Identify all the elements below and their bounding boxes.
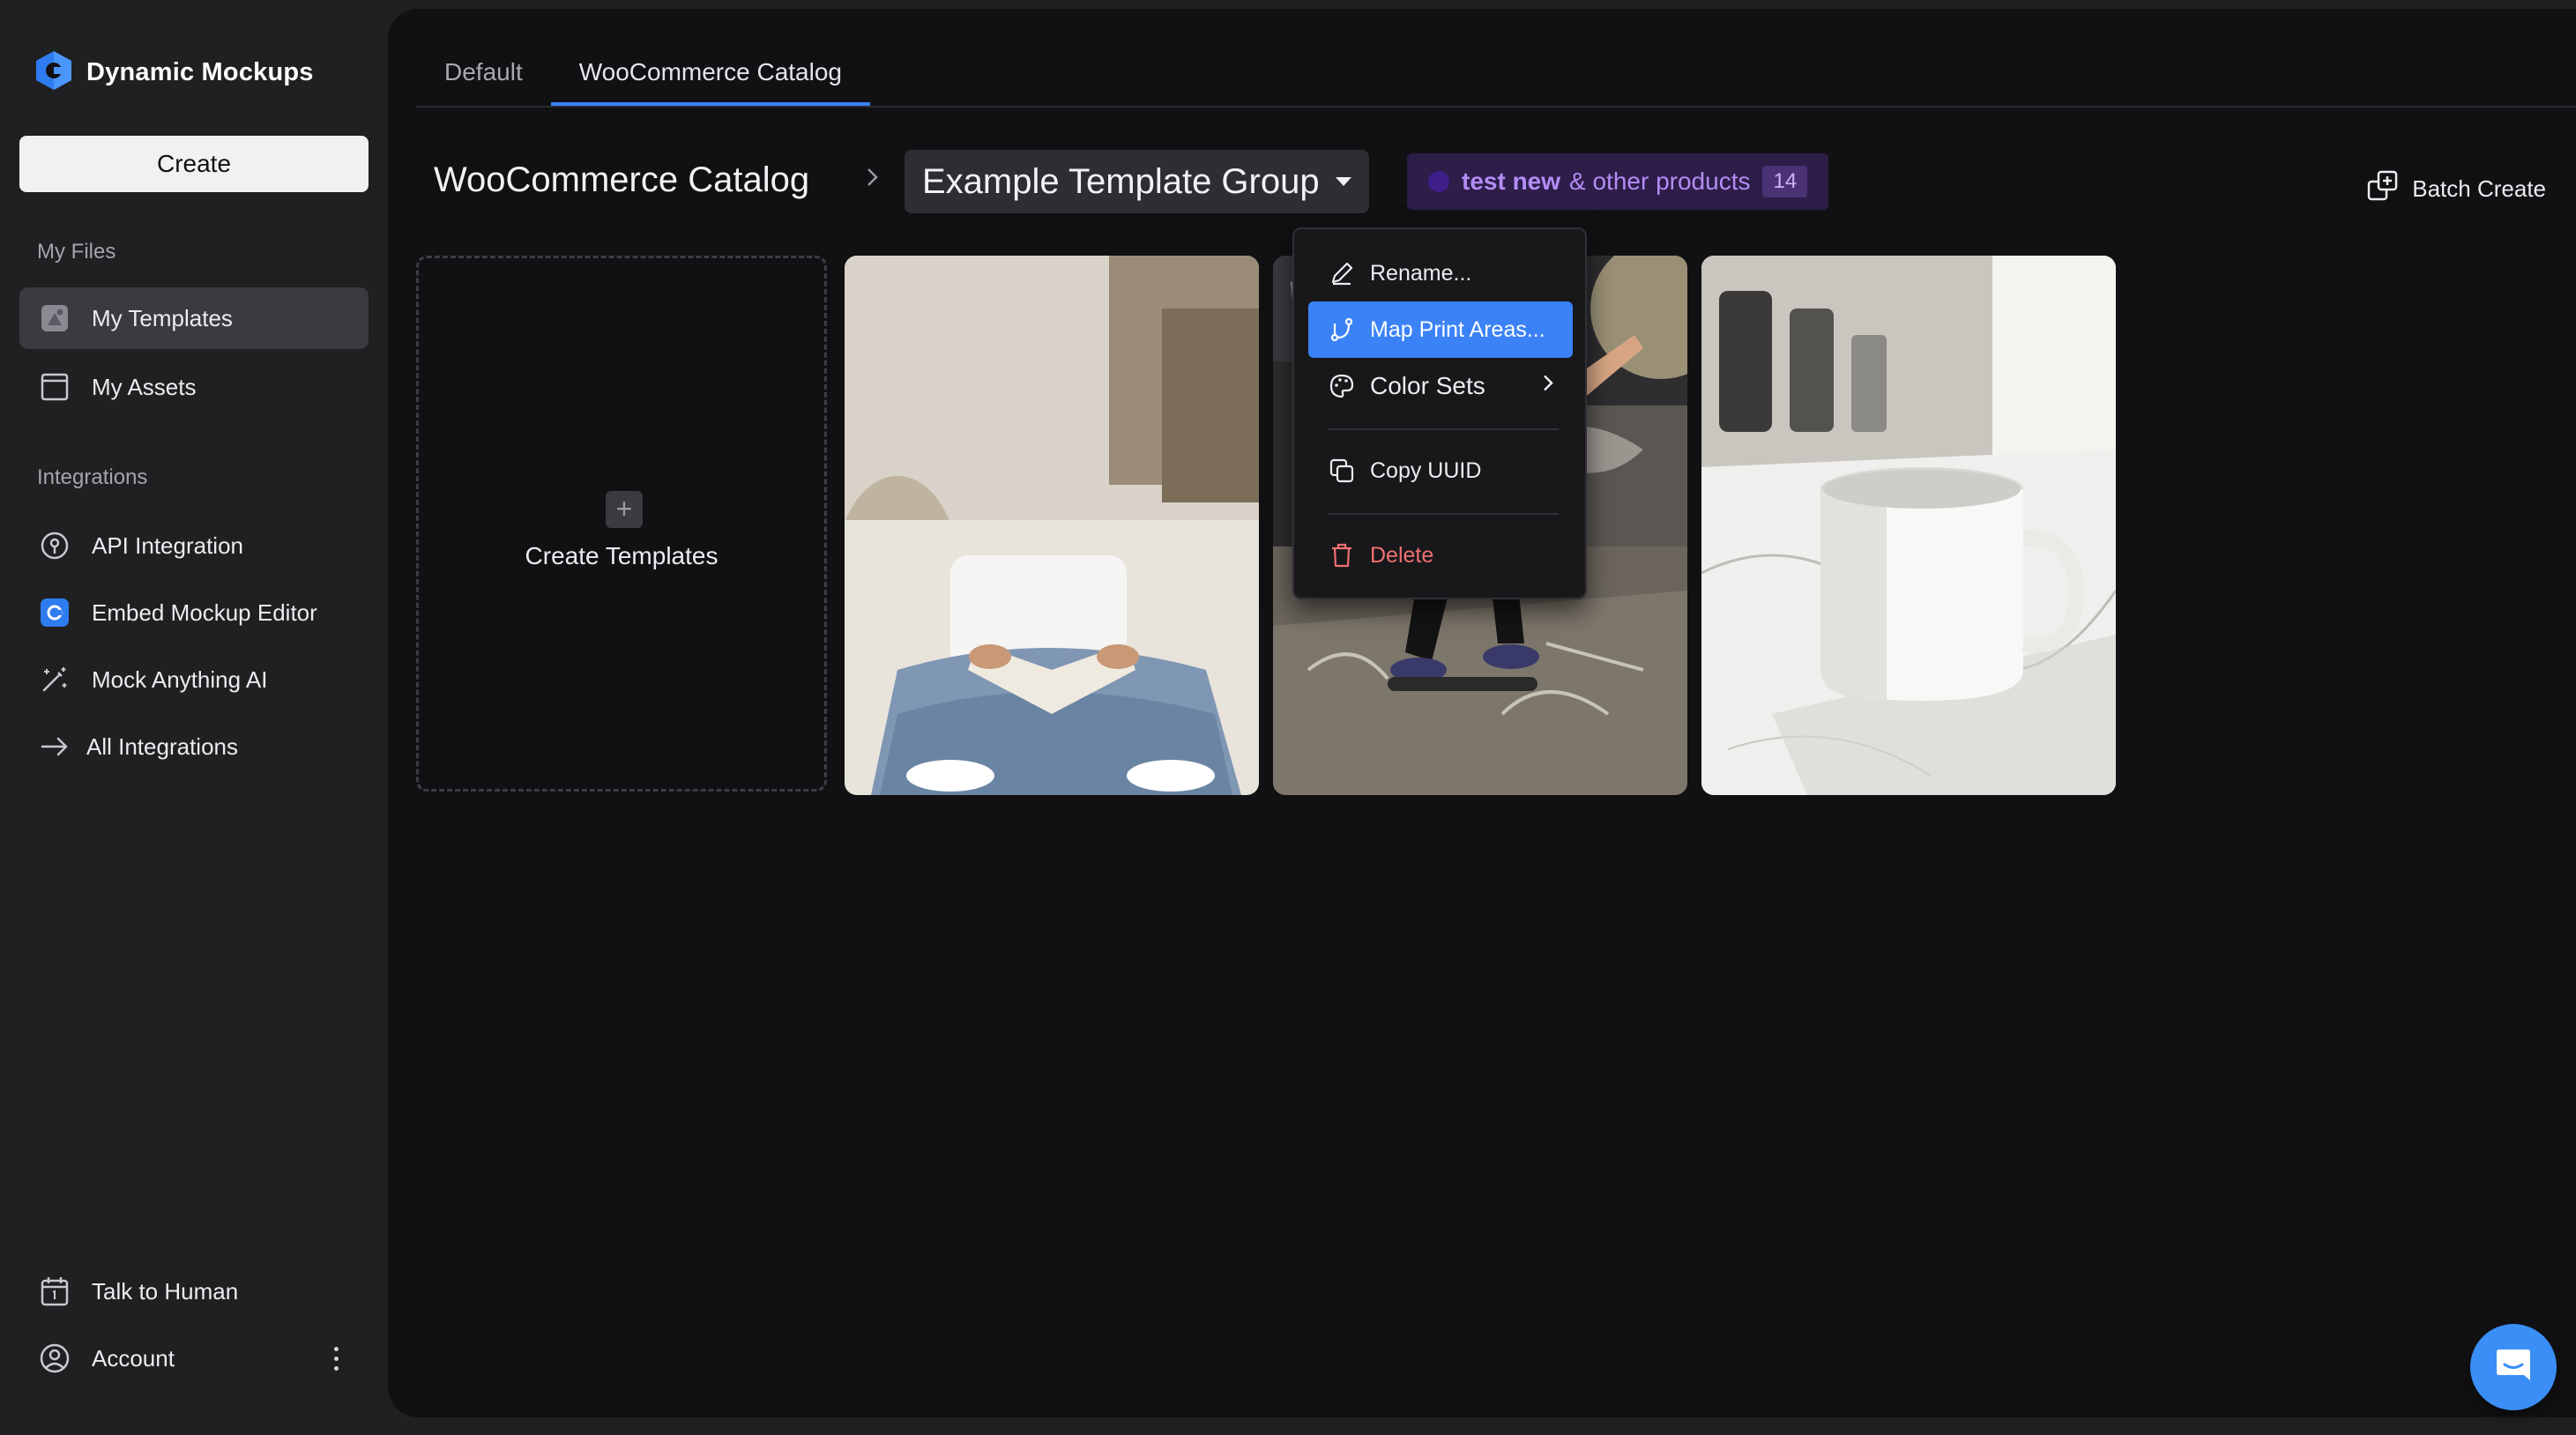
sidebar-item-label: My Assets: [92, 373, 197, 400]
sidebar-item-label: My Templates: [92, 304, 233, 331]
api-icon: [37, 528, 72, 563]
menu-item-label: Color Sets: [1370, 372, 1485, 399]
sidebar-item-api-integration[interactable]: API Integration: [19, 515, 369, 576]
template-group-context-menu: Rename... Map Print Areas... Color Sets …: [1292, 227, 1587, 599]
sidebar-item-my-templates[interactable]: My Templates: [19, 287, 369, 349]
map-print-areas-icon: [1328, 316, 1356, 344]
arrow-right-icon: [37, 729, 72, 764]
create-button[interactable]: Create: [19, 136, 369, 192]
brand[interactable]: Dynamic Mockups: [34, 49, 314, 96]
main-panel: Default WooCommerce Catalog WooCommerce …: [388, 9, 2576, 1417]
product-dot-icon: [1428, 171, 1449, 192]
template-thumbnail-mug: [1701, 256, 2116, 795]
sidebar-item-label: Account: [92, 1344, 175, 1372]
chevron-right-icon: [864, 164, 882, 198]
sidebar-item-account[interactable]: Account: [19, 1327, 369, 1389]
caret-down-icon: [1335, 177, 1351, 186]
menu-divider: [1328, 513, 1559, 515]
sidebar-item-talk-to-human[interactable]: Talk to Human: [19, 1260, 369, 1322]
sidebar-item-label: API Integration: [92, 532, 243, 559]
template-group-label: Example Template Group: [922, 161, 1320, 201]
sidebar-item-mock-anything-ai[interactable]: Mock Anything AI: [19, 649, 369, 710]
chat-icon: [2493, 1345, 2534, 1390]
product-name: test new: [1462, 167, 1561, 195]
chat-launcher-button[interactable]: [2470, 1324, 2557, 1410]
sidebar-item-embed-mockup-editor[interactable]: Embed Mockup Editor: [19, 582, 369, 643]
template-thumbnail-reading: [845, 256, 1259, 795]
menu-divider: [1328, 428, 1559, 430]
menu-item-copy-uuid[interactable]: Copy UUID: [1308, 442, 1573, 499]
account-menu-icon[interactable]: [323, 1341, 349, 1376]
menu-item-label: Delete: [1370, 542, 1434, 568]
tab-default[interactable]: Default: [416, 42, 551, 104]
products-badge[interactable]: test new & other products 14: [1407, 153, 1829, 210]
sidebar-item-all-integrations[interactable]: All Integrations: [19, 716, 369, 777]
integrations-label: Integrations: [37, 465, 148, 489]
templates-icon: [37, 301, 72, 336]
calendar-icon: [37, 1274, 72, 1309]
batch-create-button[interactable]: Batch Create: [2366, 169, 2546, 209]
product-suffix: & other products: [1569, 167, 1751, 195]
magic-wand-icon: [37, 662, 72, 697]
menu-item-label: Rename...: [1370, 260, 1472, 286]
product-count: 14: [1762, 166, 1808, 197]
copy-icon: [1328, 457, 1356, 485]
sidebar-item-label: All Integrations: [86, 732, 238, 760]
sidebar-item-label: Embed Mockup Editor: [92, 599, 317, 626]
my-files-label: My Files: [37, 240, 116, 264]
create-templates-label: Create Templates: [525, 542, 718, 569]
tabs-divider: [416, 106, 2576, 108]
sidebar-item-label: Mock Anything AI: [92, 665, 268, 693]
tab-woocommerce-catalog[interactable]: WooCommerce Catalog: [550, 42, 871, 106]
menu-item-rename[interactable]: Rename...: [1308, 245, 1573, 301]
pencil-icon: [1328, 259, 1356, 287]
sidebar-item-my-assets[interactable]: My Assets: [19, 356, 369, 418]
dynamic-mockups-logo-icon: [34, 49, 74, 96]
plus-icon: +: [606, 491, 643, 528]
embed-icon: [37, 595, 72, 630]
batch-create-icon: [2366, 169, 2400, 209]
menu-item-label: Map Print Areas...: [1370, 316, 1545, 342]
menu-item-delete[interactable]: Delete: [1308, 527, 1573, 584]
menu-item-label: Copy UUID: [1370, 457, 1482, 483]
create-templates-card[interactable]: + Create Templates: [416, 256, 827, 792]
submenu-chevron-icon: [1541, 372, 1555, 401]
trash-icon: [1328, 541, 1356, 569]
folder-icon: [37, 369, 72, 405]
sidebar: Dynamic Mockups Create My Files My Templ…: [0, 0, 388, 1435]
menu-item-map-print-areas[interactable]: Map Print Areas...: [1308, 301, 1573, 358]
template-card-mug[interactable]: [1701, 256, 2116, 795]
template-card-reading[interactable]: [845, 256, 1259, 795]
sidebar-item-label: Talk to Human: [92, 1277, 239, 1305]
batch-create-label: Batch Create: [2412, 175, 2546, 202]
tab-bar: Default WooCommerce Catalog: [416, 42, 871, 106]
palette-icon: [1328, 372, 1356, 400]
brand-name: Dynamic Mockups: [86, 58, 314, 86]
template-group-select[interactable]: Example Template Group: [905, 150, 1369, 213]
breadcrumb-catalog[interactable]: WooCommerce Catalog: [434, 160, 809, 200]
user-circle-icon: [37, 1341, 72, 1376]
menu-item-color-sets[interactable]: Color Sets: [1308, 358, 1573, 414]
